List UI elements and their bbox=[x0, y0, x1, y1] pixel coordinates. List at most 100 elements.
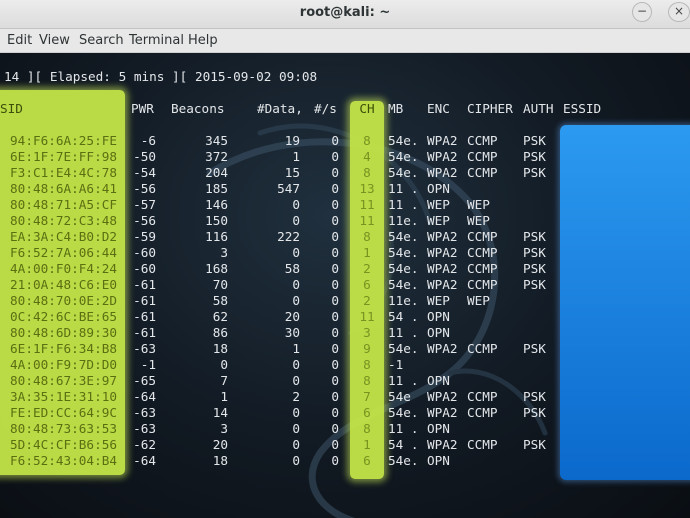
cell-ch: 13 bbox=[359, 181, 375, 196]
cell-bssid: 6E:1F:7E:FF:98 bbox=[10, 149, 117, 164]
cell-mb: 11 . bbox=[388, 373, 419, 388]
cell-rate: 0 bbox=[331, 229, 339, 244]
menu-bar: Edit View Search Terminal Help bbox=[0, 29, 690, 53]
cell-cipher: CCMP bbox=[467, 133, 498, 148]
cell-data: 0 bbox=[292, 213, 300, 228]
cell-bssid: 4A:00:F0:F4:24 bbox=[10, 261, 117, 276]
menu-terminal[interactable]: Terminal bbox=[129, 33, 184, 48]
cell-enc: WPA2 bbox=[427, 437, 458, 452]
cell-beacons: 70 bbox=[212, 277, 228, 292]
cell-beacons: 58 bbox=[212, 293, 228, 308]
cell-cipher: CCMP bbox=[467, 165, 498, 180]
cell-enc: WPA2 bbox=[427, 341, 458, 356]
cell-mb: 54e bbox=[388, 389, 411, 404]
cell-beacons: 146 bbox=[205, 197, 228, 212]
menu-help[interactable]: Help bbox=[188, 33, 218, 48]
cell-beacons: 168 bbox=[205, 261, 228, 276]
cell-beacons: 345 bbox=[205, 133, 228, 148]
cell-rate: 0 bbox=[331, 405, 339, 420]
cell-beacons: 372 bbox=[205, 149, 228, 164]
cell-rate: 0 bbox=[331, 277, 339, 292]
menu-view[interactable]: View bbox=[39, 33, 70, 48]
cell-rate: 0 bbox=[331, 437, 339, 452]
cell-data: 0 bbox=[292, 373, 300, 388]
cell-enc: WPA2 bbox=[427, 149, 458, 164]
cell-enc: WPA2 bbox=[427, 245, 458, 260]
cell-cipher: CCMP bbox=[467, 405, 498, 420]
cell-pwr: -61 bbox=[133, 277, 156, 292]
cell-mb: 54e. bbox=[388, 277, 419, 292]
cell-mb: 54e. bbox=[388, 261, 419, 276]
cell-cipher: WEP bbox=[467, 197, 490, 212]
cell-enc: WEP bbox=[427, 213, 450, 228]
cell-rate: 0 bbox=[331, 197, 339, 212]
cell-ch: 6 bbox=[363, 453, 371, 468]
cell-pwr: -57 bbox=[133, 197, 156, 212]
cell-data: 0 bbox=[292, 421, 300, 436]
cell-rate: 0 bbox=[331, 213, 339, 228]
cell-mb: 11 . bbox=[388, 421, 419, 436]
cell-rate: 0 bbox=[331, 181, 339, 196]
cell-mb: 54 . bbox=[388, 309, 419, 324]
header-data: #Data, bbox=[257, 101, 303, 116]
cell-ch: 8 bbox=[363, 229, 371, 244]
cell-beacons: 86 bbox=[212, 325, 228, 340]
cell-ch: 6 bbox=[363, 277, 371, 292]
cell-ch: 11 bbox=[359, 197, 375, 212]
background-window[interactable] bbox=[560, 125, 690, 480]
cell-data: 0 bbox=[292, 357, 300, 372]
cell-enc: OPN bbox=[427, 325, 450, 340]
cell-rate: 0 bbox=[331, 325, 339, 340]
cell-cipher: CCMP bbox=[467, 389, 498, 404]
cell-pwr: -54 bbox=[133, 165, 156, 180]
cell-pwr: -65 bbox=[133, 373, 156, 388]
cell-mb: 54 . bbox=[388, 437, 419, 452]
close-button[interactable]: × bbox=[668, 2, 690, 22]
status-line: 14 ][ Elapsed: 5 mins ][ 2015-09-02 09:0… bbox=[4, 69, 318, 84]
menu-search[interactable]: Search bbox=[79, 33, 124, 48]
cell-ch: 8 bbox=[363, 421, 371, 436]
cell-bssid: 0C:42:6C:BE:65 bbox=[10, 309, 117, 324]
cell-data: 15 bbox=[284, 165, 300, 180]
cell-pwr: -63 bbox=[133, 341, 156, 356]
cell-pwr: -6 bbox=[140, 133, 156, 148]
cell-beacons: 18 bbox=[212, 453, 228, 468]
cell-rate: 0 bbox=[331, 245, 339, 260]
cell-bssid: F6:52:7A:06:44 bbox=[10, 245, 117, 260]
header-beacons: Beacons bbox=[171, 101, 225, 116]
cell-ch: 4 bbox=[363, 149, 371, 164]
header-cipher: CIPHER bbox=[467, 101, 513, 116]
header-pwr: PWR bbox=[131, 101, 154, 116]
cell-cipher: WEP bbox=[467, 293, 490, 308]
menu-edit[interactable]: Edit bbox=[7, 33, 32, 48]
cell-pwr: -60 bbox=[133, 245, 156, 260]
cell-rate: 0 bbox=[331, 293, 339, 308]
cell-bssid: F3:C1:E4:4C:78 bbox=[10, 165, 117, 180]
cell-beacons: 0 bbox=[220, 357, 228, 372]
cell-cipher: CCMP bbox=[467, 437, 498, 452]
cell-bssid: 80:48:71:A5:CF bbox=[10, 197, 117, 212]
cell-ch: 6 bbox=[363, 405, 371, 420]
cell-pwr: -50 bbox=[133, 149, 156, 164]
cell-data: 222 bbox=[277, 229, 300, 244]
cell-ch: 8 bbox=[363, 357, 371, 372]
cell-auth: PSK bbox=[523, 165, 546, 180]
cell-pwr: -59 bbox=[133, 229, 156, 244]
cell-enc: WPA2 bbox=[427, 165, 458, 180]
cell-beacons: 185 bbox=[205, 181, 228, 196]
cell-rate: 0 bbox=[331, 453, 339, 468]
cell-beacons: 62 bbox=[212, 309, 228, 324]
cell-data: 0 bbox=[292, 245, 300, 260]
cell-mb: 54e. bbox=[388, 165, 419, 180]
cell-mb: 11e. bbox=[388, 293, 419, 308]
cell-ch: 8 bbox=[363, 133, 371, 148]
cell-enc: WPA2 bbox=[427, 261, 458, 276]
cell-data: 0 bbox=[292, 197, 300, 212]
cell-ch: 8 bbox=[363, 373, 371, 388]
terminal-output[interactable]: 14 ][ Elapsed: 5 mins ][ 2015-09-02 09:0… bbox=[0, 53, 690, 518]
minimize-button[interactable]: − bbox=[632, 2, 652, 22]
cell-enc: WPA2 bbox=[427, 405, 458, 420]
cell-bssid: 80:48:6D:89:30 bbox=[10, 325, 117, 340]
cell-bssid: 6E:1F:F6:34:B8 bbox=[10, 341, 117, 356]
cell-ch: 1 bbox=[363, 245, 371, 260]
